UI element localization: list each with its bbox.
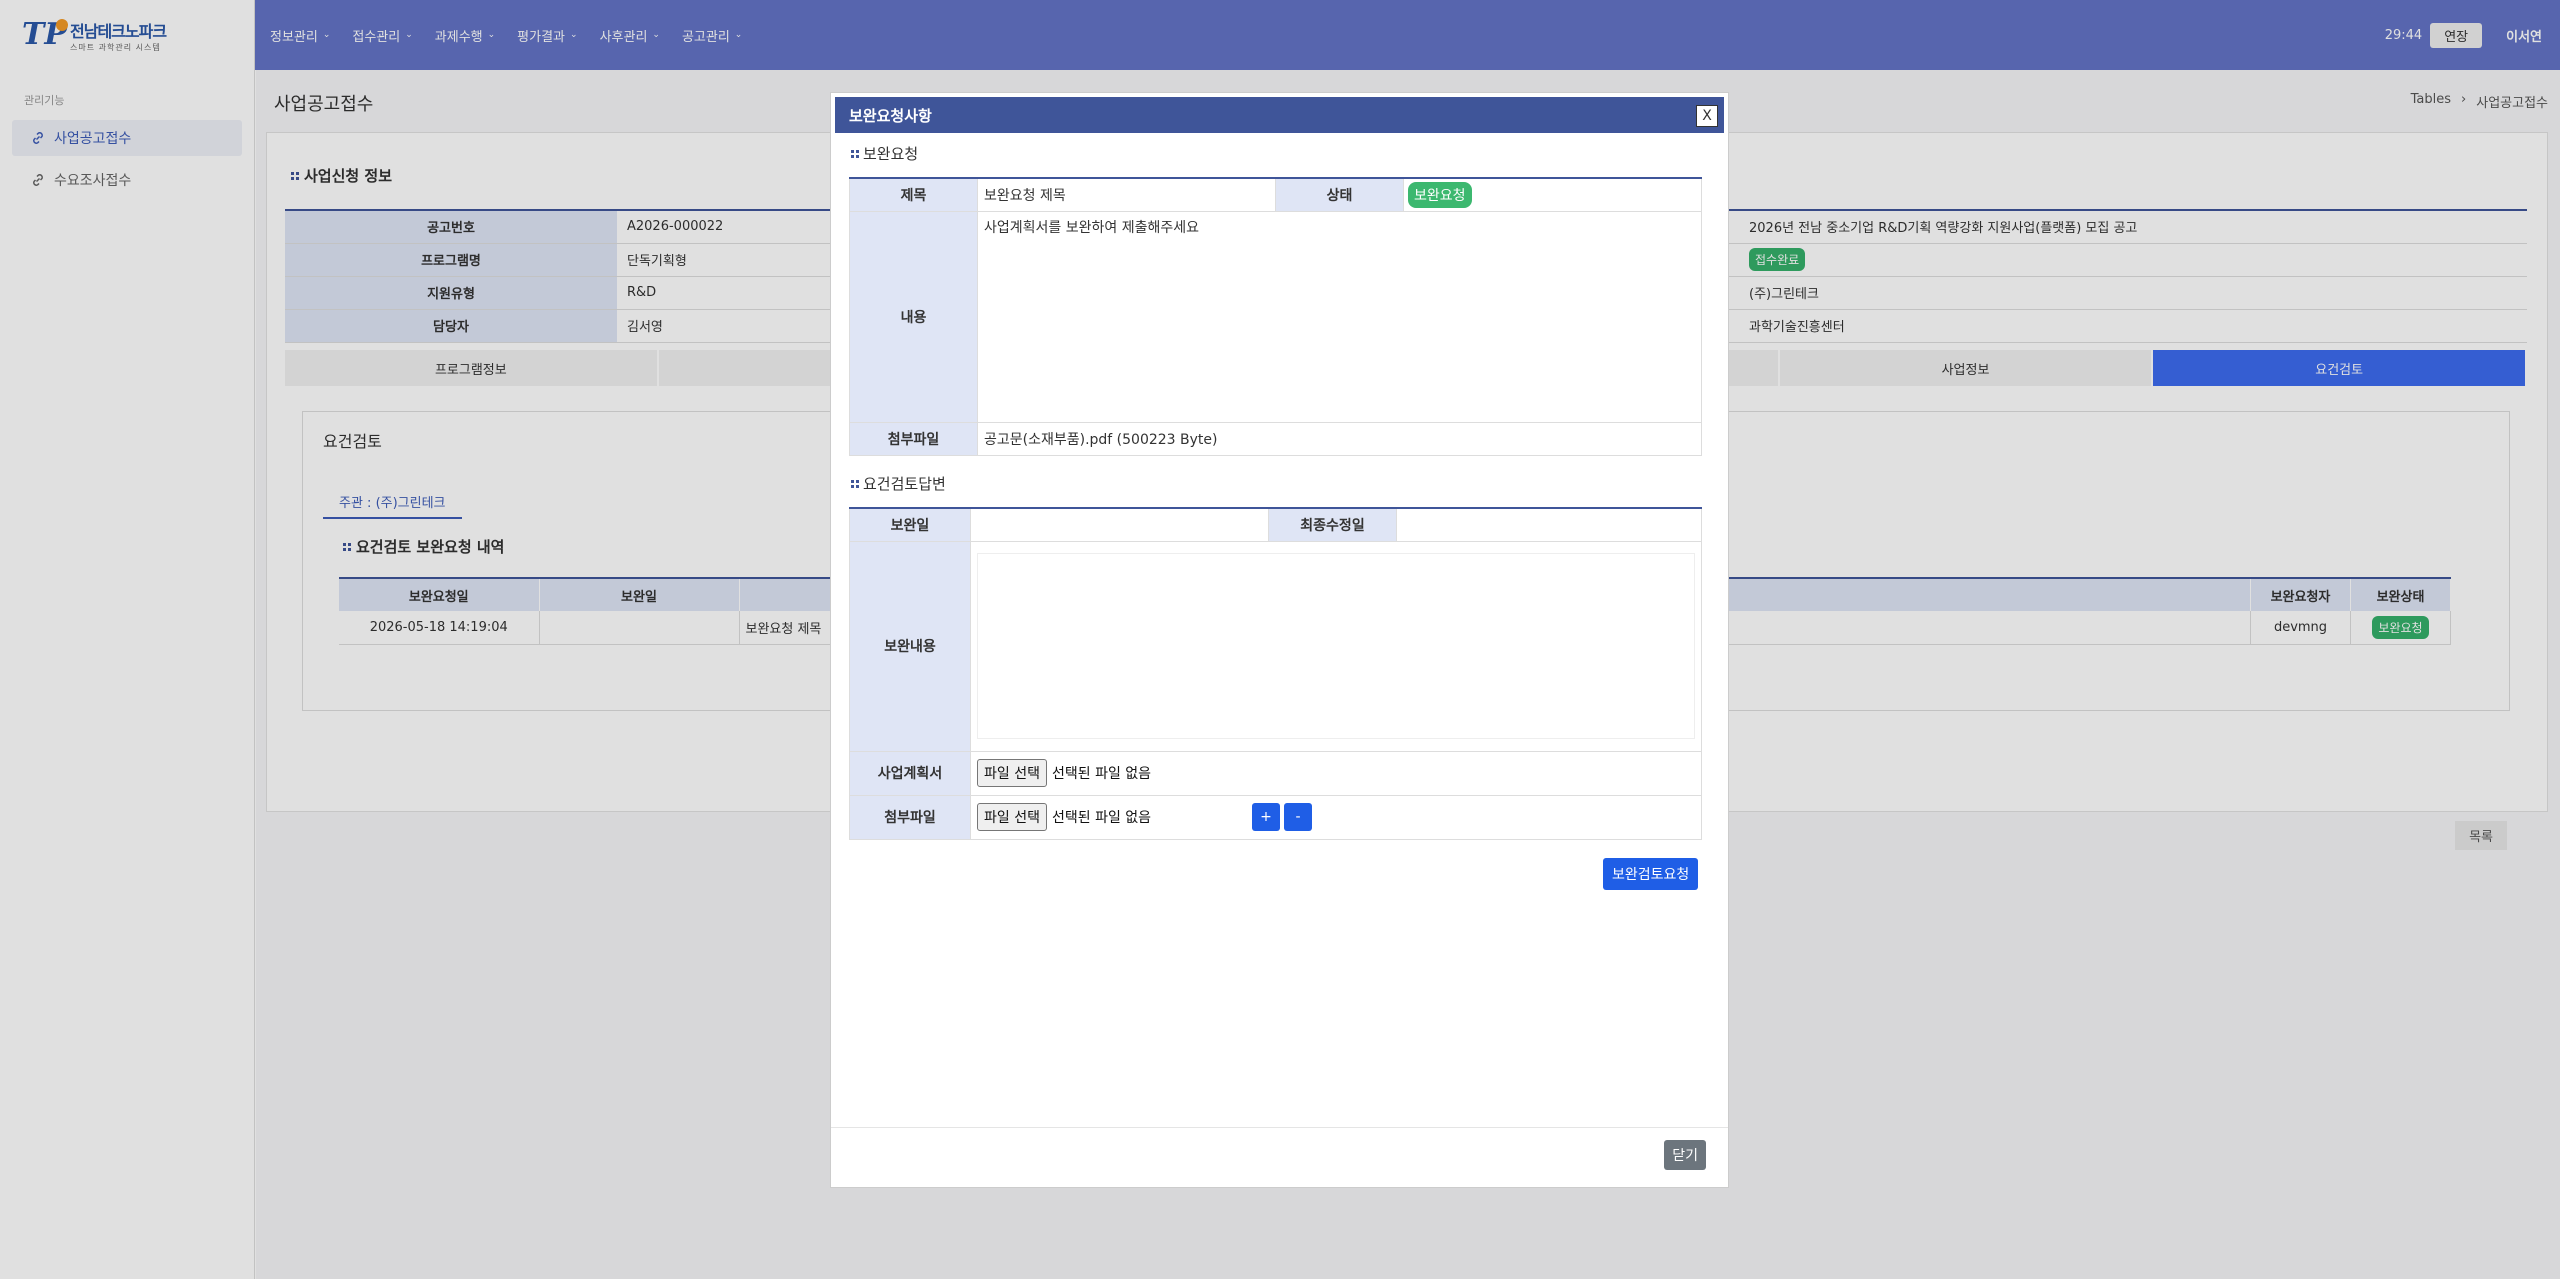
file-status-text: 선택된 파일 없음 — [1051, 766, 1152, 782]
supplement-content-textarea[interactable] — [977, 553, 1695, 739]
add-file-button[interactable]: + — [1251, 803, 1280, 831]
supplement-date — [970, 507, 1269, 542]
attachment-link[interactable]: 공고문(소재부품).pdf (500223 Byte) — [977, 421, 1702, 456]
request-section-title: 보완요청 — [851, 143, 918, 164]
close-button[interactable]: 닫기 — [1664, 1140, 1706, 1170]
remove-file-button[interactable]: - — [1283, 803, 1312, 831]
modal-title: 보완요청사항 — [849, 106, 932, 125]
request-subject: 보완요청 제목 — [977, 177, 1276, 212]
answer-section-title: 요건검토답변 — [851, 473, 946, 494]
bullet-icon — [851, 479, 859, 488]
supplement-modal: 보완요청사항 X 보완요청 제목 보완요청 제목 상태 보완요청 내용 사업계획… — [830, 92, 1729, 1188]
bullet-icon — [851, 149, 859, 158]
status-badge: 보완요청 — [1408, 181, 1472, 208]
business-plan-file-button[interactable]: 파일 선택 — [977, 759, 1047, 787]
request-review-button[interactable]: 보완검토요청 — [1603, 858, 1699, 890]
close-icon[interactable]: X — [1696, 105, 1718, 127]
request-content: 사업계획서를 보완하여 제출해주세요 — [977, 210, 1702, 423]
modal-footer-divider — [831, 1127, 1728, 1128]
request-table: 제목 보완요청 제목 상태 보완요청 내용 사업계획서를 보완하여 제출해주세요… — [849, 177, 1702, 456]
attachment-file-button[interactable]: 파일 선택 — [977, 803, 1047, 831]
modal-header: 보완요청사항 X — [835, 97, 1724, 133]
last-modified-date — [1396, 507, 1702, 542]
answer-table: 보완일 최종수정일 보완내용 사업계획서 파일 선택 선택된 파일 없음 첨부파… — [849, 507, 1702, 840]
file-status-text: 선택된 파일 없음 — [1051, 810, 1152, 826]
